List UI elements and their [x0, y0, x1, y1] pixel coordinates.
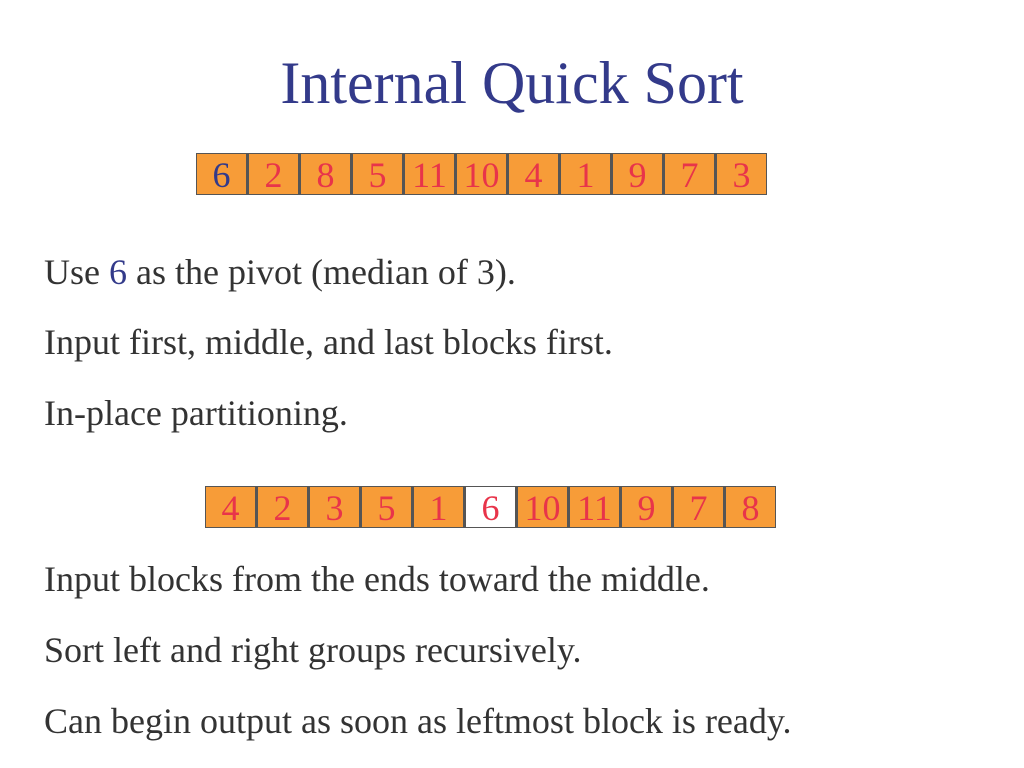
array-cell: 5: [360, 486, 412, 528]
initial-array: 6 2 8 5 11 10 4 1 9 7 3: [196, 153, 767, 195]
pivot-line-post: as the pivot (median of 3).: [127, 252, 516, 292]
array-cell: 6: [464, 486, 516, 528]
array-cell: 9: [611, 153, 663, 195]
array-cell: 2: [247, 153, 299, 195]
array-cell: 1: [412, 486, 464, 528]
array-cell: 3: [308, 486, 360, 528]
array-cell: 6: [196, 153, 247, 195]
array-cell: 11: [403, 153, 455, 195]
text-line-6: Can begin output as soon as leftmost blo…: [44, 701, 792, 741]
array-cell: 4: [205, 486, 256, 528]
array-cell: 2: [256, 486, 308, 528]
partitioned-array: 4 2 3 5 1 6 10 11 9 7 8: [205, 486, 776, 528]
text-line-3: In-place partitioning.: [44, 393, 348, 433]
pivot-value: 6: [109, 252, 127, 292]
text-line-4: Input blocks from the ends toward the mi…: [44, 559, 710, 599]
array-cell: 9: [620, 486, 672, 528]
array-cell: 11: [568, 486, 620, 528]
array-cell: 5: [351, 153, 403, 195]
array-cell: 10: [516, 486, 568, 528]
text-line-5: Sort left and right groups recursively.: [44, 630, 582, 670]
array-cell: 8: [724, 486, 776, 528]
array-cell: 3: [715, 153, 767, 195]
slide-title: Internal Quick Sort: [280, 50, 744, 116]
pivot-line: Use 6 as the pivot (median of 3).: [44, 252, 516, 292]
text-line-2: Input first, middle, and last blocks fir…: [44, 322, 613, 362]
array-cell: 7: [672, 486, 724, 528]
array-cell: 7: [663, 153, 715, 195]
array-cell: 8: [299, 153, 351, 195]
array-cell: 1: [559, 153, 611, 195]
array-cell: 10: [455, 153, 507, 195]
pivot-line-pre: Use: [44, 252, 109, 292]
array-cell: 4: [507, 153, 559, 195]
